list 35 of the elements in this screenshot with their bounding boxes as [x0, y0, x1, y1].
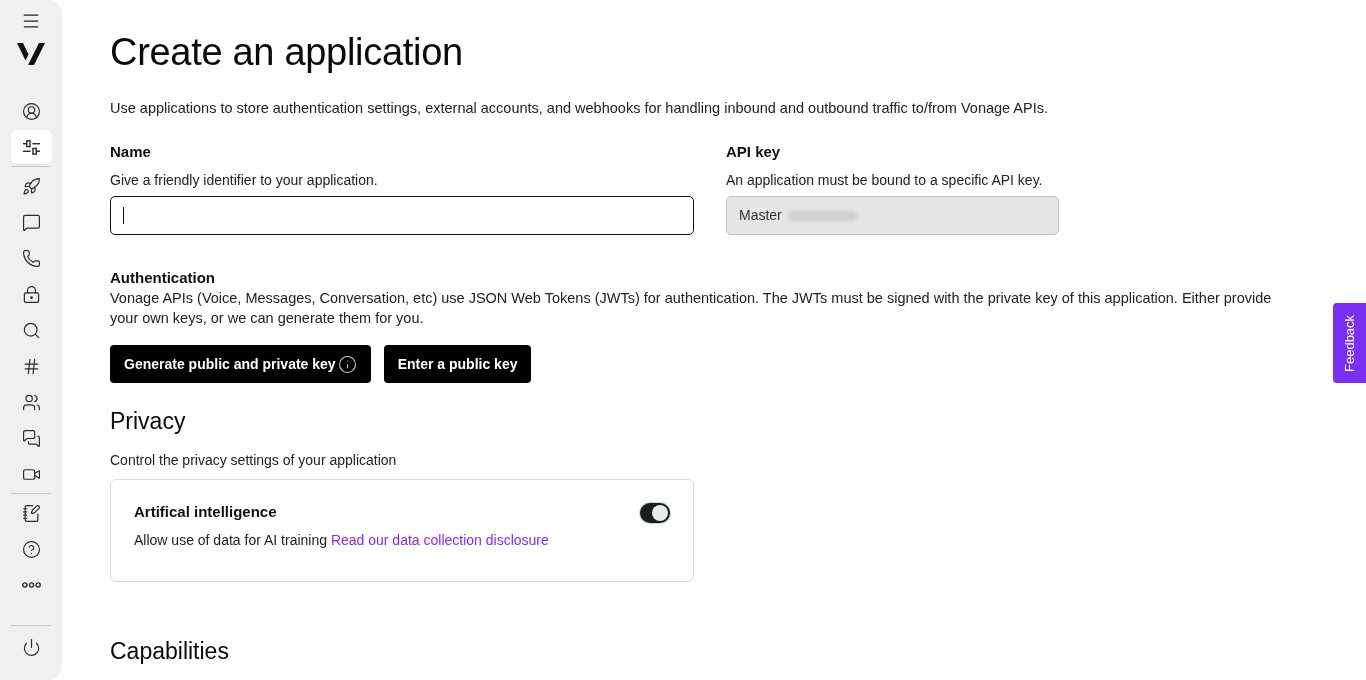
authentication-label: Authentication: [110, 268, 216, 288]
key-option-button[interactable]: Generate public and private key: [110, 345, 371, 383]
page-title: Create an application: [110, 30, 464, 75]
name-help-text: Give a friendly identifier to your application.: [110, 171, 379, 190]
text-cursor-icon: [123, 207, 124, 224]
phone-icon: [21, 248, 41, 268]
setting-title: Artifical intelligence: [134, 502, 278, 522]
name-input[interactable]: [110, 196, 694, 235]
disclosure-link[interactable]: Read our data collection disclosure: [330, 532, 549, 548]
feedback-tab[interactable]: Feedback: [1333, 303, 1366, 383]
api-key-label: API key: [726, 142, 782, 162]
help-icon: [21, 539, 41, 559]
api-key-help-text: An application must be bound to a specific API key.: [726, 171, 1044, 190]
setting-description: Allow use of data for AI training Read our data collection disclosure: [134, 531, 549, 550]
notepad-pen-icon: [21, 503, 41, 523]
authentication-description: Vonage APIs (Voice, Messages, Conversation, etc) use JSON Web Tokens (JWTs) for authentication. The JWTs must be signed with the private key of this application. Either provide your own keys, or we can generate them for you.: [110, 289, 1273, 328]
toggle-switch[interactable]: [640, 503, 670, 523]
page-description: Use applications to store authentication settings, external accounts, and webhooks for handling inbound and outbound traffic to/from Vonage APIs.: [110, 99, 1049, 118]
users-icon: [21, 392, 41, 412]
user-circle-icon: [21, 101, 41, 121]
power-icon: [21, 637, 41, 657]
search-icon: [21, 320, 41, 340]
capabilities-heading: Capabilities: [110, 637, 230, 665]
logo-icon: [17, 43, 45, 65]
chat-bubbles-icon: [21, 428, 41, 448]
rocket-icon: [21, 176, 41, 196]
more-icon: [21, 582, 41, 588]
name-label: Name: [110, 142, 152, 162]
sliders-icon: [21, 138, 41, 156]
privacy-description: Control the privacy settings of your application: [110, 451, 398, 470]
key-option-button[interactable]: Enter a public key: [383, 345, 532, 383]
chat-bubble-icon: [21, 212, 41, 232]
privacy-heading: Privacy: [110, 407, 187, 435]
lock-icon: [21, 284, 41, 304]
sidebar-nav-item[interactable]: [10, 130, 52, 164]
